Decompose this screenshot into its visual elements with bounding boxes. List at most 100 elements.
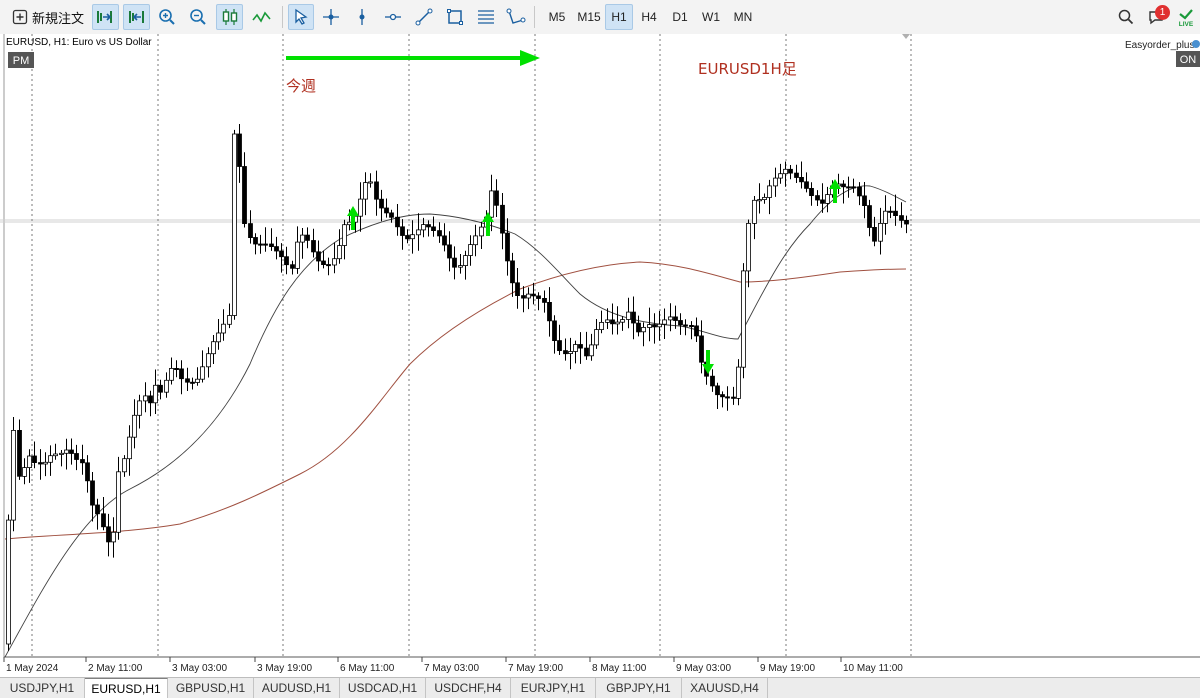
candle-body	[410, 234, 415, 240]
candle-body	[904, 219, 909, 225]
rectangle-button[interactable]	[443, 4, 467, 30]
horizontal-line-button[interactable]	[381, 4, 405, 30]
search-icon	[1117, 8, 1135, 26]
channel-button[interactable]	[504, 4, 528, 30]
trend-line-button[interactable]	[412, 4, 436, 30]
chart-tab[interactable]: USDCHF,H4	[426, 678, 511, 698]
cursor-button[interactable]	[288, 4, 314, 30]
line-chart-button[interactable]	[249, 4, 275, 30]
crosshair-button[interactable]	[319, 4, 343, 30]
candle-body	[584, 347, 589, 357]
x-axis-label: 8 May 11:00	[592, 663, 647, 674]
candle-body	[389, 212, 394, 218]
chart-tab[interactable]: USDCAD,H1	[340, 678, 426, 698]
candle-body	[473, 235, 478, 246]
timeframe-mn[interactable]: MN	[729, 4, 757, 30]
timeframe-d1[interactable]: D1	[667, 4, 693, 30]
candle-body	[452, 257, 457, 268]
new-order-button[interactable]: 新規注文	[6, 4, 88, 30]
on-badge: ON	[1176, 51, 1200, 67]
pm-label: PM	[13, 55, 30, 67]
chart-area[interactable]: 1 May 2024 2 May 11:00 3 May 03:00 3 May 19…	[0, 34, 1200, 677]
candle-body	[426, 224, 431, 228]
timeframe-w1[interactable]: W1	[698, 4, 724, 30]
candle-body	[500, 204, 505, 234]
candle-body	[48, 455, 53, 463]
timeframe-h1[interactable]: H1	[605, 4, 633, 30]
candle-body	[683, 324, 688, 327]
vertical-line-button[interactable]	[350, 4, 374, 30]
zoom-out-icon	[189, 8, 207, 26]
x-axis-label: 3 May 19:00	[257, 663, 312, 674]
candle-body	[846, 186, 851, 189]
candle-body	[305, 234, 310, 241]
candle-body	[332, 258, 337, 266]
candle-body	[767, 185, 772, 198]
candle-body	[395, 216, 400, 228]
chart-tab-bar: USDJPY,H1 EURUSD,H1 GBPUSD,H1 AUDUSD,H1 USDC…	[0, 677, 1200, 698]
candle-body	[216, 332, 221, 343]
candlestick-button[interactable]	[216, 4, 243, 30]
candle-body	[431, 226, 436, 231]
candle-body	[374, 181, 379, 200]
candle-body	[106, 526, 111, 543]
candle-body	[458, 265, 463, 268]
candle-body	[185, 378, 190, 383]
candle-body	[379, 198, 384, 209]
candle-body	[725, 396, 730, 399]
zoom-in-button[interactable]	[155, 4, 179, 30]
candle-body	[778, 173, 783, 179]
timeframe-h4[interactable]: H4	[636, 4, 662, 30]
x-axis-label: 9 May 03:00	[676, 663, 731, 674]
fibonacci-icon	[476, 8, 496, 26]
candle-body	[27, 455, 32, 469]
fibonacci-button[interactable]	[474, 4, 498, 30]
candle-body	[899, 215, 904, 221]
candle-body	[342, 224, 347, 246]
chart-tab[interactable]: GBPJPY,H1	[596, 678, 682, 698]
candle-body	[200, 366, 205, 380]
chart-shift-button[interactable]	[123, 4, 150, 30]
candle-body	[872, 226, 877, 242]
candle-body	[22, 467, 27, 477]
chart-tab[interactable]: GBPUSD,H1	[168, 678, 254, 698]
x-axis-label: 3 May 03:00	[172, 663, 227, 674]
candle-body	[825, 194, 830, 204]
candle-body	[416, 229, 421, 236]
x-axis-label: 2 May 11:00	[88, 663, 143, 674]
annotation-title: EURUSD1H足	[698, 60, 797, 78]
candle-body	[447, 244, 452, 259]
candle-body	[689, 324, 694, 327]
notification-badge: 1	[1155, 5, 1170, 20]
candle-body	[542, 297, 547, 303]
candle-body	[69, 449, 74, 454]
ea-status-icon	[1192, 40, 1200, 48]
candle-body	[279, 250, 284, 258]
x-axis-label: 10 May 11:00	[843, 663, 903, 674]
candle-body	[148, 395, 153, 404]
timeframe-m5[interactable]: M5	[545, 4, 569, 30]
cursor-icon	[292, 8, 310, 26]
chart-tab[interactable]: EURJPY,H1	[511, 678, 596, 698]
candle-body	[127, 436, 132, 460]
candle-body	[521, 295, 526, 299]
timeframe-m15[interactable]: M15	[575, 4, 603, 30]
candle-body	[195, 378, 200, 383]
zoom-out-button[interactable]	[186, 4, 210, 30]
live-button[interactable]: LIVE	[1174, 4, 1198, 30]
auto-scroll-button[interactable]	[92, 4, 119, 30]
chart-tab[interactable]: XAUUSD,H4	[682, 678, 768, 698]
chart-tab[interactable]: EURUSD,H1	[85, 678, 168, 698]
candle-body	[652, 324, 657, 328]
chart-tab[interactable]: USDJPY,H1	[0, 678, 85, 698]
candle-body	[11, 429, 16, 521]
candle-body	[164, 379, 169, 393]
candle-body	[284, 256, 289, 266]
search-button[interactable]	[1114, 4, 1138, 30]
chart-tab[interactable]: AUDUSD,H1	[254, 678, 340, 698]
candle-body	[116, 471, 121, 533]
candle-body	[794, 172, 799, 178]
x-axis-label: 7 May 03:00	[424, 663, 479, 674]
candle-body	[59, 452, 64, 455]
svg-text:LIVE: LIVE	[1179, 21, 1194, 27]
